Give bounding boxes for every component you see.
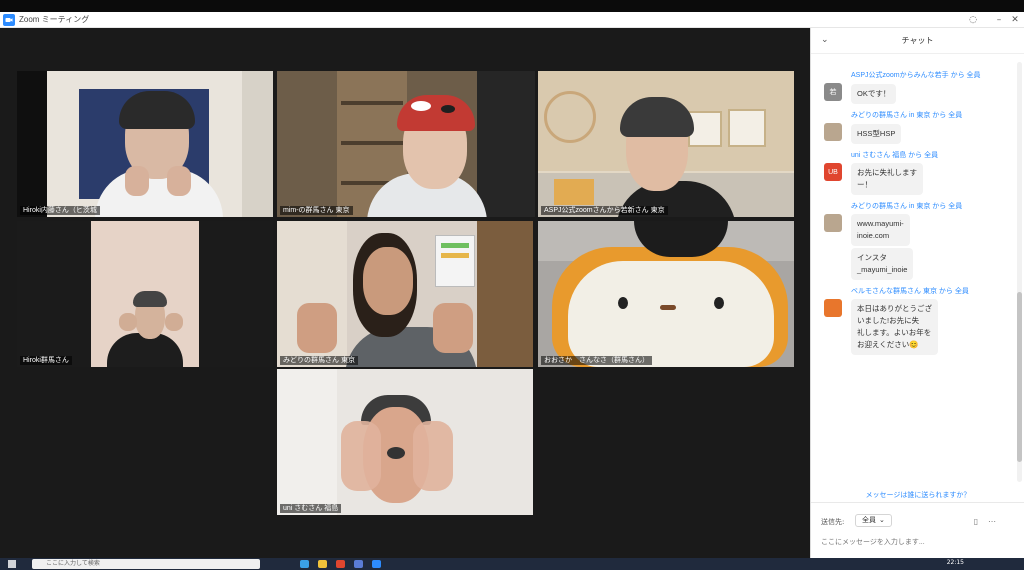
- participant-name: uni さむさん 福島: [280, 504, 342, 513]
- message-sender: ASPJ公式zoomからみんな若手 から 全員: [851, 72, 981, 79]
- folder-icon[interactable]: [318, 560, 327, 568]
- taskbar-search-input[interactable]: ここに入力して検索: [32, 559, 260, 569]
- chat-message: UB uni さむさん 福島 から 全員 お先に失礼します ー！: [811, 150, 1017, 195]
- message-text: インスタ _mayumi_inoie: [851, 248, 914, 280]
- video-feed: [277, 221, 533, 367]
- avatar: [824, 299, 842, 317]
- participant-tile[interactable]: Hiroki内藤さん（ヒ茨城: [17, 71, 273, 217]
- avatar: 若: [824, 83, 842, 101]
- avatar: [824, 123, 842, 141]
- participant-tile[interactable]: おおさか さんなさ（群馬さん）: [538, 221, 794, 367]
- chat-header: ⌄ チャット: [811, 28, 1024, 54]
- participant-name: みどりの群馬さん 東京: [280, 356, 358, 365]
- participant-tile[interactable]: Hiroki群馬さん: [17, 221, 273, 367]
- meeting-gallery: Hiroki内藤さん（ヒ茨城 mim-の群馬さん 東京 ASPJ公式zoomさん…: [0, 28, 810, 558]
- avatar: UB: [824, 163, 842, 181]
- chat-message: 若 ASPJ公式zoomからみんな若手 から 全員 OKです！: [811, 70, 1017, 104]
- message-sender: みどりの群馬さん in 東京 から 全員: [851, 112, 963, 119]
- chat-message-list: 若 ASPJ公式zoomからみんな若手 から 全員 OKです！ みどりの群馬さん…: [811, 70, 1017, 488]
- send-to-label: 送信先:: [821, 518, 845, 526]
- video-feed: [17, 71, 273, 217]
- participant-name: mim-の群馬さん 東京: [280, 206, 353, 215]
- message-line: お先に失礼します: [857, 168, 917, 177]
- video-feed: [538, 221, 794, 367]
- zoom-taskbar-icon[interactable]: [372, 560, 381, 568]
- app-icon[interactable]: [300, 560, 309, 568]
- message-text: 本日はありがとうござ いました!お先に失 礼します。よいお年を お迎えください😊: [851, 299, 938, 355]
- top-band: [0, 0, 1024, 12]
- message-text: HSS型HSP: [851, 124, 902, 144]
- windows-taskbar: ここに入力して検索 22:15: [0, 558, 1024, 570]
- video-feed: [17, 221, 273, 367]
- zoom-logo-icon: [3, 13, 15, 26]
- avatar: [824, 214, 842, 232]
- message-text: OKです！: [851, 84, 897, 104]
- message-sender: ベルモさんな群馬さん 東京 から 全員: [851, 288, 969, 295]
- title-bar: Zoom ミーティング ◌ – ✕: [0, 12, 1024, 28]
- participant-name: ASPJ公式zoomさんから若新さん 東京: [541, 206, 668, 215]
- message-sender: みどりの群馬さん in 東京 から 全員: [851, 203, 963, 210]
- app-icon[interactable]: [336, 560, 345, 568]
- chat-message: みどりの群馬さん in 東京 から 全員 www.mayumi- inoie.c…: [811, 201, 1017, 280]
- message-line: ー！: [857, 180, 872, 189]
- participant-name: Hiroki内藤さん（ヒ茨城: [20, 206, 100, 215]
- chevron-down-icon: ⌄: [879, 516, 885, 524]
- message-link[interactable]: www.mayumi- inoie.com: [851, 214, 910, 246]
- file-icon[interactable]: ▯: [971, 516, 981, 526]
- chat-message: ベルモさんな群馬さん 東京 から 全員 本日はありがとうござ いました!お先に失…: [811, 286, 1017, 355]
- message-sender: uni さむさん 福島 から 全員: [851, 152, 939, 159]
- chat-privacy-notice[interactable]: メッセージは誰に送られますか？: [811, 490, 1024, 500]
- participant-name: Hiroki群馬さん: [20, 356, 72, 365]
- participant-tile[interactable]: みどりの群馬さん 東京: [277, 221, 533, 367]
- scrollbar-thumb[interactable]: [1017, 292, 1022, 462]
- participant-tile[interactable]: ASPJ公式zoomさんから若新さん 東京: [538, 71, 794, 217]
- taskbar-clock: 22:15: [946, 559, 964, 566]
- window-title: Zoom ミーティング: [19, 15, 90, 24]
- chat-message: みどりの群馬さん in 東京 から 全員 HSS型HSP: [811, 110, 1017, 144]
- chat-message-input[interactable]: [821, 535, 1017, 549]
- app-icon[interactable]: [354, 560, 363, 568]
- chevron-down-icon[interactable]: ⌄: [821, 35, 829, 45]
- send-to-value: 全員: [862, 516, 876, 524]
- send-to-select[interactable]: 全員 ⌄: [855, 514, 892, 527]
- video-feed: [277, 369, 533, 515]
- chat-footer: 送信先: 全員 ⌄ ▯ ⋯: [811, 502, 1024, 558]
- participant-tile[interactable]: uni さむさん 福島: [277, 369, 533, 515]
- loading-icon[interactable]: ◌: [960, 12, 986, 28]
- participant-tile-active-speaker[interactable]: mim-の群馬さん 東京: [277, 71, 535, 217]
- chat-panel: ⌄ チャット 若 ASPJ公式zoomからみんな若手 から 全員 OKです！ み…: [810, 28, 1024, 558]
- chat-title: チャット: [901, 36, 934, 45]
- message-text: お先に失礼します ー！: [851, 163, 923, 195]
- close-button[interactable]: ✕: [1002, 12, 1024, 28]
- more-options-icon[interactable]: ⋯: [987, 516, 997, 526]
- participant-name: おおさか さんなさ（群馬さん）: [541, 356, 652, 365]
- video-feed: [538, 71, 794, 217]
- video-feed: [277, 71, 535, 217]
- chat-scrollbar[interactable]: [1017, 62, 1022, 482]
- windows-start-icon[interactable]: [8, 560, 16, 568]
